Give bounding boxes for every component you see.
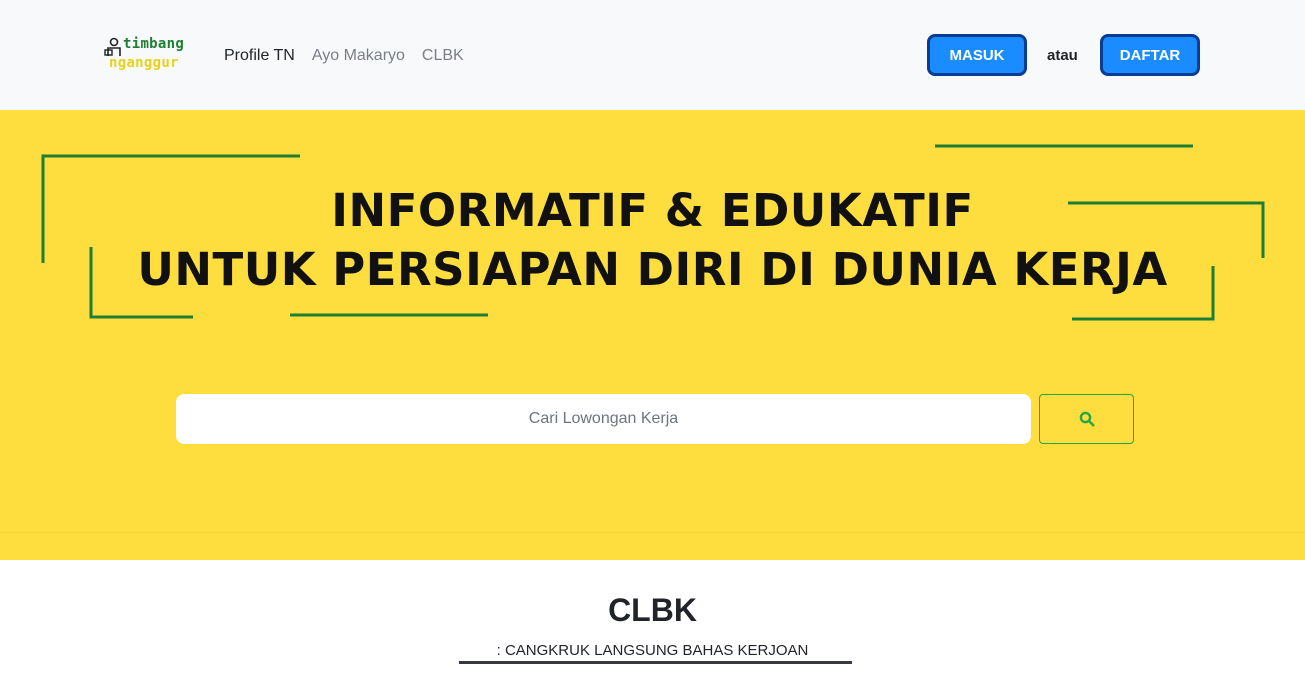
section-underline [459,661,852,664]
main-nav: Profile TN Ayo Makaryo CLBK [224,46,481,65]
nav-link-ayo-makaryo[interactable]: Ayo Makaryo [312,46,405,65]
nav-link-clbk[interactable]: CLBK [422,46,464,65]
section-subtitle: : CANGKRUK LANGSUNG BAHAS KERJOAN [496,642,809,659]
logo-person-icon [104,37,121,56]
hero-headline-line-2: UNTUK PERSIAPAN DIRI DI DUNIA KERJA [137,243,1168,296]
brand-line-1: timbang [123,36,185,52]
login-button[interactable]: MASUK [927,34,1027,76]
navbar: timbang nganggur Profile TN Ayo Makaryo … [0,0,1305,110]
hero-banner: INFORMATIF & EDUKATIF UNTUK PERSIAPAN DI… [0,110,1305,560]
hero-headline-line-1: INFORMATIF & EDUKATIF [331,184,974,237]
register-button[interactable]: DAFTAR [1100,34,1200,76]
section-title: CLBK [608,592,697,628]
brand-logo[interactable]: timbang nganggur [103,34,198,76]
search-icon [1079,411,1094,427]
auth-separator-text: atau [1047,47,1078,64]
hero-bottom-divider [0,532,1305,533]
search-button[interactable] [1039,394,1134,444]
headline-frame-decoration [41,144,1265,321]
job-search-input[interactable] [176,394,1031,444]
nav-link-profile-tn[interactable]: Profile TN [224,46,295,65]
brand-line-2: nganggur [109,55,179,71]
